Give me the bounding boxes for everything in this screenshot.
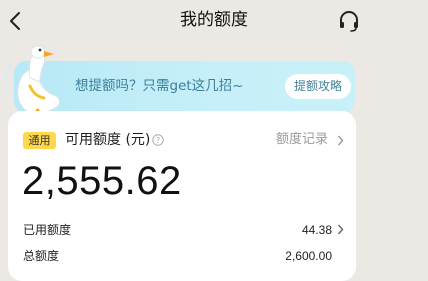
total-credit-value: 2,600.00 — [285, 249, 332, 263]
headset-icon[interactable] — [338, 9, 360, 33]
total-credit-label: 总额度 — [23, 249, 60, 263]
credit-tips-button[interactable]: 提额攻略 — [285, 74, 351, 99]
available-credit-label: 可用额度 (元) — [65, 132, 151, 148]
used-credit-value[interactable]: 44.38 — [252, 222, 332, 238]
general-badge: 通用 — [23, 132, 56, 149]
chevron-right-icon[interactable] — [337, 224, 344, 235]
banner-text: 想提额吗？只需get这几招~ — [75, 78, 244, 94]
nav-bar: 我的额度 — [0, 0, 428, 42]
info-icon[interactable]: ? — [152, 134, 164, 146]
credit-card-panel: 通用 可用额度 (元) ? 额度记录 2,555.62 已用额度 44.38 总… — [8, 111, 356, 281]
goose-mascot-icon — [5, 45, 61, 114]
chevron-right-icon — [337, 135, 344, 146]
used-credit-label: 已用额度 — [23, 223, 72, 237]
available-amount: 2,555.62 — [22, 159, 182, 203]
promo-banner[interactable]: 想提额吗？只需get这几招~ 提额攻略 — [14, 61, 355, 113]
svg-text:?: ? — [156, 136, 160, 145]
page-title: 我的额度 — [180, 10, 248, 30]
credit-records-link[interactable]: 额度记录 — [276, 130, 328, 150]
